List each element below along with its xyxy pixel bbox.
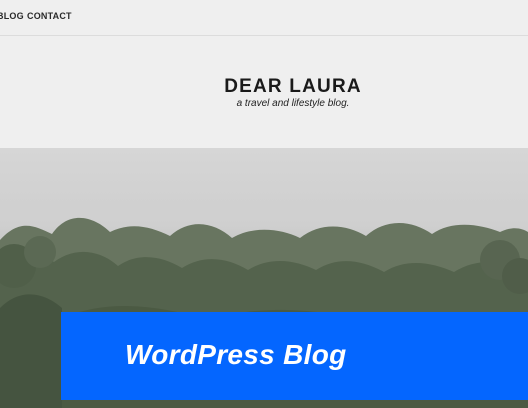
top-navigation: BLOG CONTACT xyxy=(0,0,528,36)
site-header: DEAR LAURA a travel and lifestyle blog. xyxy=(0,36,528,148)
wordpress-blog-banner: WordPress Blog xyxy=(61,312,528,400)
nav-item-contact[interactable]: CONTACT xyxy=(27,11,72,21)
nav-item-blog[interactable]: BLOG xyxy=(0,11,24,21)
site-title[interactable]: DEAR LAURA xyxy=(0,76,528,98)
banner-text: WordPress Blog xyxy=(125,339,347,370)
site-tagline: a travel and lifestyle blog. xyxy=(236,98,350,109)
